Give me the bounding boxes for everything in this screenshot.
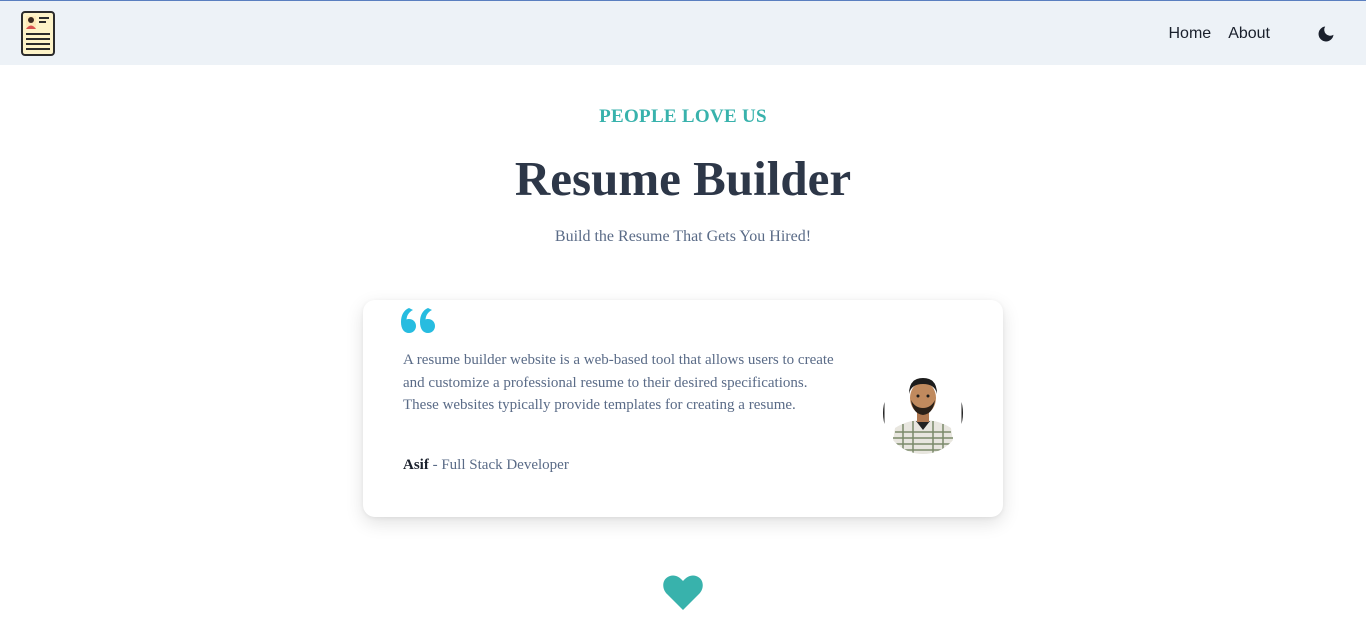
moon-icon[interactable] — [1316, 24, 1336, 44]
quote-icon — [401, 308, 435, 333]
testimonial-author: Asif - Full Stack Developer — [403, 457, 569, 474]
nav-links: Home About — [1169, 23, 1271, 45]
heart-icon — [663, 575, 703, 610]
section-eyebrow: PEOPLE LOVE US — [599, 106, 767, 127]
resume-document-icon[interactable] — [21, 11, 55, 56]
author-separator: - — [428, 457, 442, 473]
testimonial-card: A resume builder website is a web-based … — [363, 300, 1003, 517]
avatar — [883, 372, 963, 454]
testimonial-quote: A resume builder website is a web-based … — [403, 352, 834, 413]
page-title: Resume Builder — [514, 151, 852, 206]
nav-link-about[interactable]: About — [1228, 23, 1270, 45]
nav-link-home[interactable]: Home — [1169, 23, 1212, 45]
page-subtitle: Build the Resume That Gets You Hired! — [554, 228, 812, 245]
author-name: Asif — [403, 457, 429, 473]
navbar: Home About — [0, 0, 1366, 65]
author-role: Full Stack Developer — [441, 457, 569, 473]
